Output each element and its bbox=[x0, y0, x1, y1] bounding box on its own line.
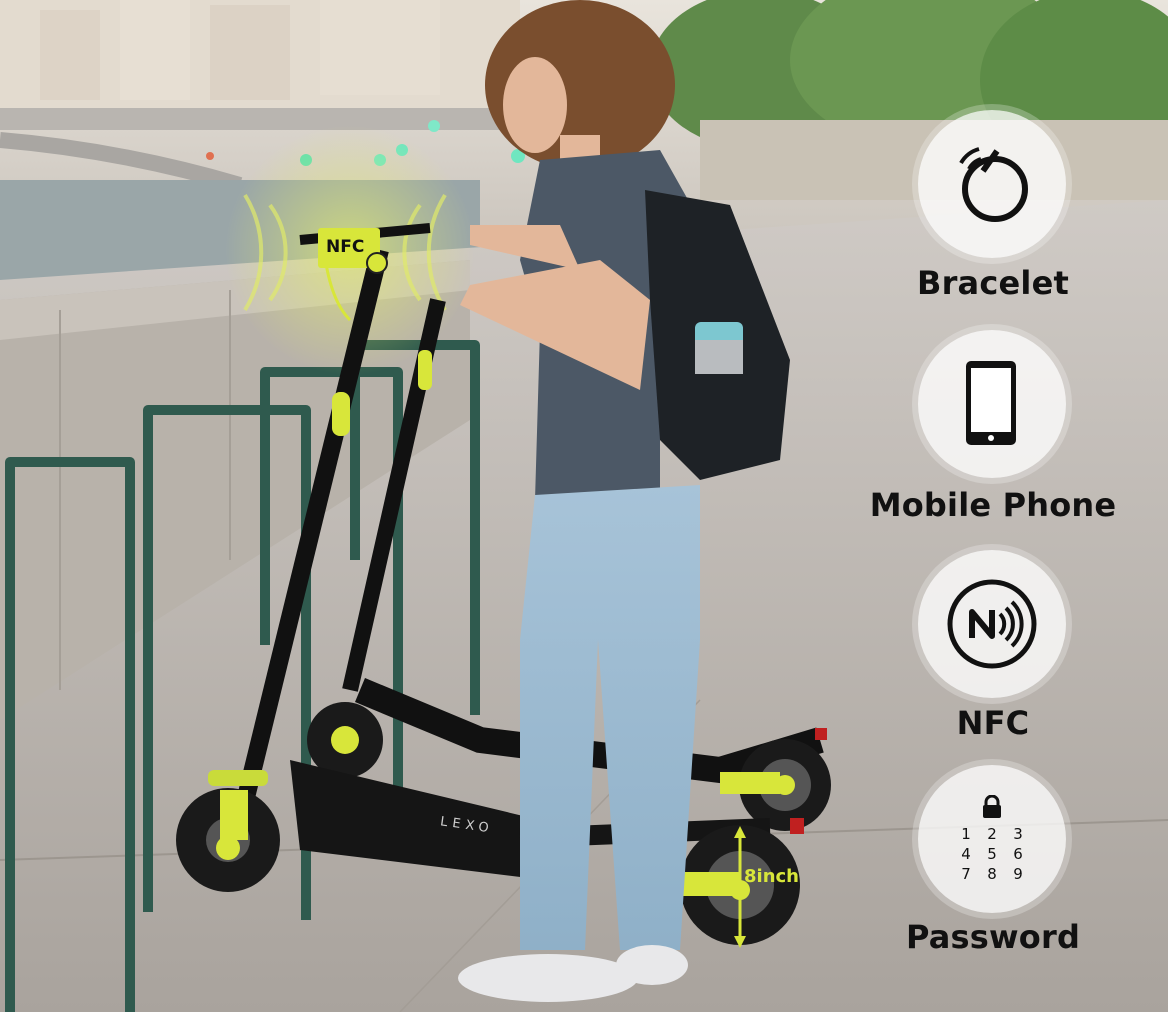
keypad-digit: 8 bbox=[987, 865, 997, 883]
keypad-lock-icon: 1 2 3 4 5 6 7 8 9 bbox=[953, 795, 1031, 883]
padlock-icon bbox=[366, 252, 388, 274]
password-label: Password bbox=[905, 918, 1081, 956]
keypad-digit: 3 bbox=[1013, 825, 1023, 843]
password-badge: 1 2 3 4 5 6 7 8 9 bbox=[918, 765, 1066, 913]
keypad-digits: 1 2 3 4 5 6 7 8 9 bbox=[953, 825, 1031, 883]
keypad-digit: 5 bbox=[987, 845, 997, 863]
bracelet-badge bbox=[918, 110, 1066, 258]
nfc-label: NFC bbox=[956, 704, 1030, 742]
product-photo: NFC 8inch Bracelet Mobile Phone NFC 1 2 … bbox=[0, 0, 1168, 1012]
bracelet-icon bbox=[959, 147, 1028, 222]
keypad-digit: 1 bbox=[961, 825, 971, 843]
bracelet-label: Bracelet bbox=[916, 264, 1069, 302]
keypad-digit: 6 bbox=[1013, 845, 1023, 863]
keypad-digit: 2 bbox=[987, 825, 997, 843]
mobile-phone-badge bbox=[918, 330, 1066, 478]
keypad-digit: 4 bbox=[961, 845, 971, 863]
nfc-icon bbox=[947, 579, 1037, 669]
mobile-phone-icon bbox=[966, 361, 1016, 445]
wheel-size-label: 8inch bbox=[744, 866, 799, 887]
lock-icon bbox=[983, 795, 1001, 818]
keypad-digit: 7 bbox=[961, 865, 971, 883]
keypad-digit: 9 bbox=[1013, 865, 1023, 883]
nfc-badge bbox=[918, 550, 1066, 698]
mobile-phone-label: Mobile Phone bbox=[869, 486, 1117, 524]
